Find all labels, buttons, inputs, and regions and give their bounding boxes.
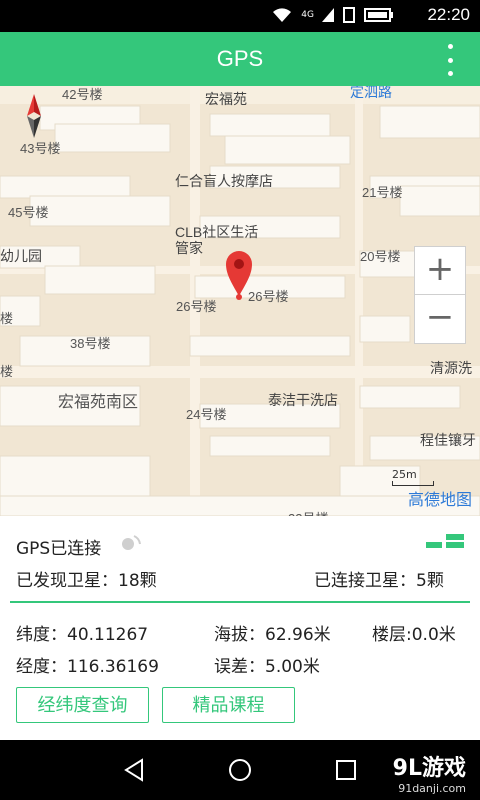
map-label: 21号楼: [362, 185, 403, 200]
sim-icon: [343, 7, 355, 23]
back-icon[interactable]: [122, 758, 146, 782]
satellite-signal-icon: [122, 535, 141, 550]
connected-satellites: 已连接卫星：5颗: [314, 571, 444, 591]
gps-status: GPS已连接: [16, 539, 102, 559]
accuracy-error: 误差：5.00米: [214, 657, 320, 677]
map-label: 26号楼: [248, 289, 289, 304]
status-bar: 4G 22:20: [0, 0, 480, 32]
map-label: 楼: [0, 311, 14, 326]
app-bar: GPS: [0, 32, 480, 86]
map-label: 泰洁干洗店: [268, 392, 338, 408]
watermark: 9L游戏 91danji.com: [392, 756, 466, 795]
latitude: 纬度：40.11267: [16, 625, 149, 645]
floor: 楼层:0.0米: [372, 625, 456, 645]
map-label: 45号楼: [8, 205, 49, 220]
status-icons: 4G: [271, 6, 394, 24]
map-view[interactable]: 42号楼 43号楼 宏福苑 定泗路 仁合盲人按摩店 21号楼 45号楼 CLB社…: [0, 86, 480, 516]
found-satellites: 已发现卫星：18颗: [16, 571, 157, 591]
clock: 22:20: [427, 5, 470, 24]
map-label: 42号楼: [62, 87, 103, 102]
coordinate-query-button[interactable]: 经纬度查询: [16, 687, 149, 723]
zoom-in-button[interactable]: +: [414, 246, 466, 296]
map-scale: 25m: [392, 468, 434, 486]
map-label: 43号楼: [20, 141, 61, 156]
map-label: 宏福苑: [205, 91, 247, 107]
app-title: GPS: [216, 46, 264, 71]
zoom-out-button[interactable]: −: [414, 294, 466, 344]
map-label: 24号楼: [186, 407, 227, 422]
map-label: 管家: [175, 240, 203, 256]
signal-strength-icon: [426, 534, 464, 548]
map-label: 20号楼: [360, 249, 401, 264]
map-label: 程佳镶牙: [420, 432, 476, 448]
map-label: 仁合盲人按摩店: [175, 173, 273, 189]
longitude: 经度：116.36169: [16, 657, 159, 677]
map-label: 26号楼: [176, 299, 217, 314]
map-label: 38号楼: [70, 336, 111, 351]
map-label: 清源洗: [430, 360, 472, 376]
map-label: 定泗路: [350, 86, 392, 100]
map-roads: [0, 86, 480, 516]
divider: [10, 601, 470, 603]
premium-course-button[interactable]: 精品课程: [162, 687, 295, 723]
wifi-icon: [273, 8, 292, 22]
map-label: 22号楼: [288, 508, 328, 516]
signal-icon: [322, 8, 334, 22]
map-label: 楼: [0, 364, 14, 379]
map-label: 宏福苑南区: [58, 394, 139, 411]
altitude: 海拔：62.96米: [214, 625, 331, 645]
map-provider-logo: 高德地图: [407, 492, 472, 509]
home-icon[interactable]: [228, 758, 252, 782]
network-type: 4G: [301, 10, 314, 20]
overflow-menu-icon[interactable]: [440, 44, 460, 76]
recent-apps-icon[interactable]: [334, 758, 358, 782]
battery-icon: [364, 8, 393, 22]
map-label: 幼儿园: [0, 248, 42, 264]
